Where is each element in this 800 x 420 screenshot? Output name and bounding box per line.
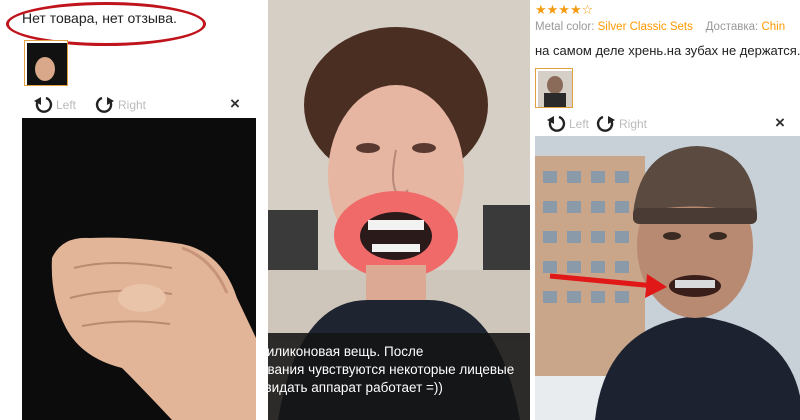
close-viewer-button[interactable]: × [775, 113, 785, 133]
rotate-left-icon [547, 115, 566, 132]
caption-line-1: силиконовая вещь. После [268, 344, 424, 359]
rotate-right-label: Right [118, 98, 147, 112]
rotate-right-button[interactable]: Right [595, 114, 647, 134]
fist-photo [22, 118, 256, 420]
review-panel-2: силиконовая вещь. После ования чувствуют… [268, 0, 530, 420]
review-panel-1: Нет товара, нет отзыва. Left Right × [0, 0, 266, 420]
rotate-left-button[interactable]: Left [32, 95, 76, 115]
review-photo-thumbnail[interactable] [535, 68, 573, 108]
rotate-right-button[interactable]: Right [94, 95, 146, 115]
caption-line-3: (видать аппарат работает =)) [268, 380, 443, 395]
rotate-right-label: Right [619, 117, 648, 131]
rotate-right-icon [95, 96, 114, 113]
man-with-grills-photo [535, 136, 800, 420]
fist-thumbnail-image [27, 43, 67, 85]
review-caption: силиконовая вещь. После ования чувствуют… [268, 333, 530, 420]
order-meta: Metal color: Silver Classic Sets Доставк… [535, 21, 785, 33]
rotate-right-icon [596, 115, 615, 132]
close-viewer-button[interactable]: × [230, 94, 240, 114]
delivery-value: Chin [761, 21, 786, 33]
image-viewer-toolbar: Left Right × [535, 113, 800, 135]
rating-stars: ★★★★☆ [535, 2, 594, 17]
rotate-left-icon [34, 96, 53, 113]
rotate-left-button[interactable]: Left [545, 114, 589, 134]
metal-color-key: Metal color: [535, 21, 595, 33]
metal-color-value: Silver Classic Sets [597, 21, 693, 33]
review-text: на самом деле хрень.на зубах не держатся… [535, 43, 800, 58]
caption-line-2: ования чувствуются некоторые лицевые [268, 362, 515, 377]
enlarged-review-photo [22, 118, 256, 420]
delivery-key: Доставка: [705, 21, 759, 33]
man-thumbnail-image [538, 71, 572, 107]
review-photo-thumbnail[interactable] [24, 40, 68, 86]
rotate-left-label: Left [56, 98, 77, 112]
enlarged-review-photo [535, 136, 800, 420]
image-viewer-toolbar: Left Right × [22, 94, 256, 116]
rotate-left-label: Left [569, 117, 590, 131]
